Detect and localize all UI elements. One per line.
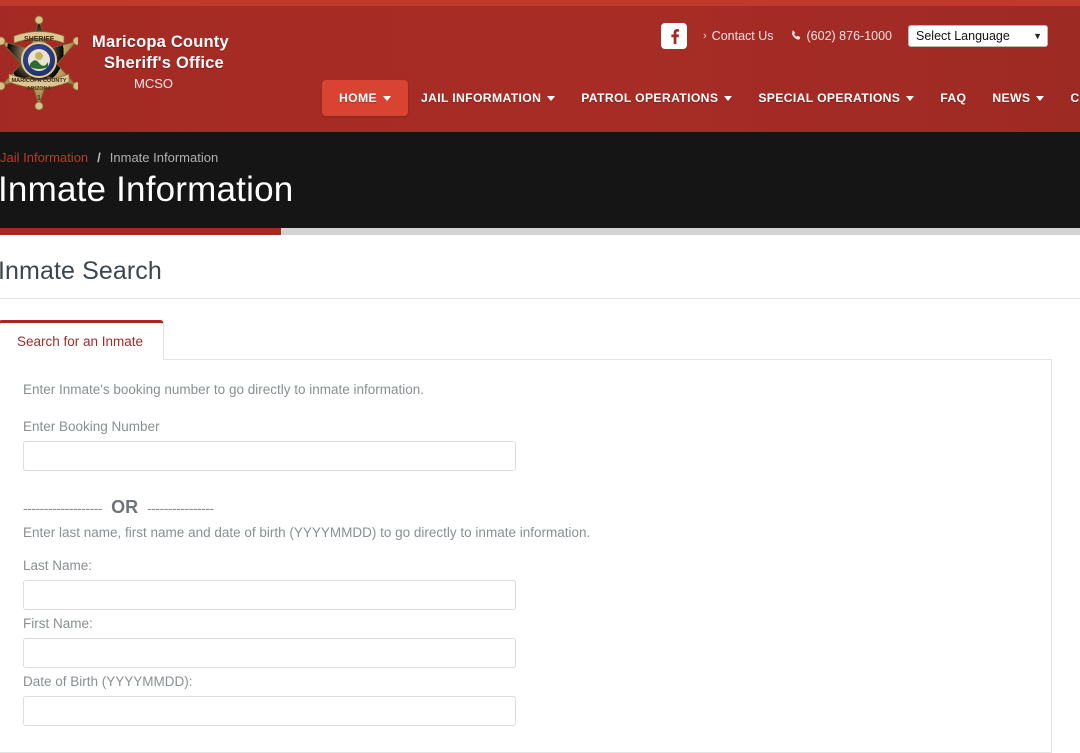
nav-item-home[interactable]: HOME: [322, 80, 408, 116]
breadcrumb-separator: /: [97, 150, 101, 165]
breadcrumb-parent-link[interactable]: Jail Information: [0, 150, 88, 165]
nav-item-jail-information-label: JAIL INFORMATION: [420, 91, 542, 105]
date-of-birth-input[interactable]: [23, 696, 516, 726]
nav-item-patrol-operations-label: PATROL OPERATIONS: [581, 91, 719, 105]
chevron-down-icon: [547, 95, 556, 101]
search-panel: Enter Inmate's booking number to go dire…: [0, 359, 1052, 753]
header-top-strip: [0, 0, 1080, 6]
chevron-down-icon: [906, 95, 915, 101]
tab-list: Search for an Inmate: [0, 319, 1052, 361]
tab-search-for-an-inmate-label: Search for an Inmate: [17, 334, 144, 349]
banner-progress-fill: [0, 228, 281, 235]
nav-item-news[interactable]: NEWS: [979, 81, 1057, 115]
main-content: Inmate Search Search for an Inmate Enter…: [0, 235, 1080, 753]
utility-bar: › Contact Us (602) 876-1000 Select Langu…: [661, 23, 1048, 49]
breadcrumb-current: Inmate Information: [109, 150, 219, 165]
nav-item-special-operations-label: SPECIAL OPERATIONS: [758, 91, 901, 105]
site-brand[interactable]: SHERIFF MARICOPA COUNTY ARIZONA 1 Marico…: [0, 14, 229, 111]
site-header: SHERIFF MARICOPA COUNTY ARIZONA 1 Marico…: [0, 0, 1080, 132]
phone-link[interactable]: (602) 876-1000: [790, 29, 892, 43]
page-root: SHERIFF MARICOPA COUNTY ARIZONA 1 Marico…: [0, 0, 1080, 753]
chevron-down-icon: [1036, 95, 1045, 101]
language-select-value: Select Language: [916, 29, 1010, 43]
svg-text:MARICOPA COUNTY: MARICOPA COUNTY: [11, 78, 66, 84]
page-banner: Jail Information / Inmate Information In…: [0, 132, 1080, 235]
main-nav: HOME JAIL INFORMATION PATROL OPERATIONS …: [322, 80, 1080, 116]
contact-us-link[interactable]: › Contact Us: [703, 29, 774, 43]
sheriff-badge-icon: SHERIFF MARICOPA COUNTY ARIZONA 1: [0, 14, 82, 111]
svg-text:1: 1: [37, 95, 41, 102]
svg-text:ARIZONA: ARIZONA: [27, 86, 52, 92]
nav-item-patrol-operations[interactable]: PATROL OPERATIONS: [568, 81, 745, 115]
chevron-down-icon: [382, 95, 391, 101]
nav-item-home-label: HOME: [339, 91, 377, 105]
nav-item-faq[interactable]: FAQ: [927, 81, 979, 115]
phone-icon: [790, 30, 802, 42]
last-name-label: Last Name:: [23, 558, 93, 573]
or-dashes-right: ----------------: [147, 499, 214, 516]
language-select[interactable]: Select Language ▼: [908, 25, 1048, 47]
contact-us-label: Contact Us: [711, 29, 774, 43]
brand-line-1: Maricopa County: [92, 33, 229, 52]
first-name-label: First Name:: [23, 616, 93, 631]
page-title: Inmate Information: [0, 170, 294, 209]
chevron-down-icon: [724, 95, 733, 101]
tabs-container: Search for an Inmate Enter Inmate's book…: [0, 299, 1080, 753]
brand-line-3: MCSO: [134, 75, 173, 91]
svg-text:SHERIFF: SHERIFF: [24, 36, 55, 43]
or-dashes-left: -------------------: [23, 499, 103, 516]
chevron-right-icon: ›: [703, 30, 707, 42]
first-name-input[interactable]: [23, 638, 516, 668]
nav-item-special-operations[interactable]: SPECIAL OPERATIONS: [745, 81, 927, 115]
brand-text: Maricopa County Sheriff's Office MCSO: [92, 32, 229, 92]
or-label: OR: [111, 497, 139, 517]
chevron-down-icon: ▼: [1033, 31, 1042, 41]
nav-item-careers[interactable]: CAREERS: [1057, 81, 1080, 115]
tab-search-for-an-inmate[interactable]: Search for an Inmate: [0, 320, 165, 361]
name-lead-text: Enter last name, first name and date of …: [23, 525, 591, 540]
nav-item-faq-label: FAQ: [940, 91, 967, 105]
booking-lead-text: Enter Inmate's booking number to go dire…: [23, 382, 425, 397]
nav-item-careers-label: CAREERS: [1070, 91, 1080, 105]
date-of-birth-label: Date of Birth (YYYYMMDD):: [23, 674, 193, 689]
nav-item-news-label: NEWS: [992, 91, 1031, 105]
facebook-icon[interactable]: [661, 23, 687, 49]
booking-number-label: Enter Booking Number: [23, 419, 160, 434]
nav-item-jail-information[interactable]: JAIL INFORMATION: [408, 81, 568, 115]
brand-line-2: Sheriff's Office: [104, 53, 224, 72]
last-name-input[interactable]: [23, 580, 516, 610]
phone-number: (602) 876-1000: [806, 29, 892, 43]
section-title: Inmate Search: [0, 257, 162, 285]
or-divider: ------------------- OR ----------------: [23, 497, 1027, 518]
banner-progress-track: [0, 228, 1080, 235]
breadcrumb: Jail Information / Inmate Information: [0, 150, 218, 165]
booking-number-input[interactable]: [23, 441, 516, 471]
